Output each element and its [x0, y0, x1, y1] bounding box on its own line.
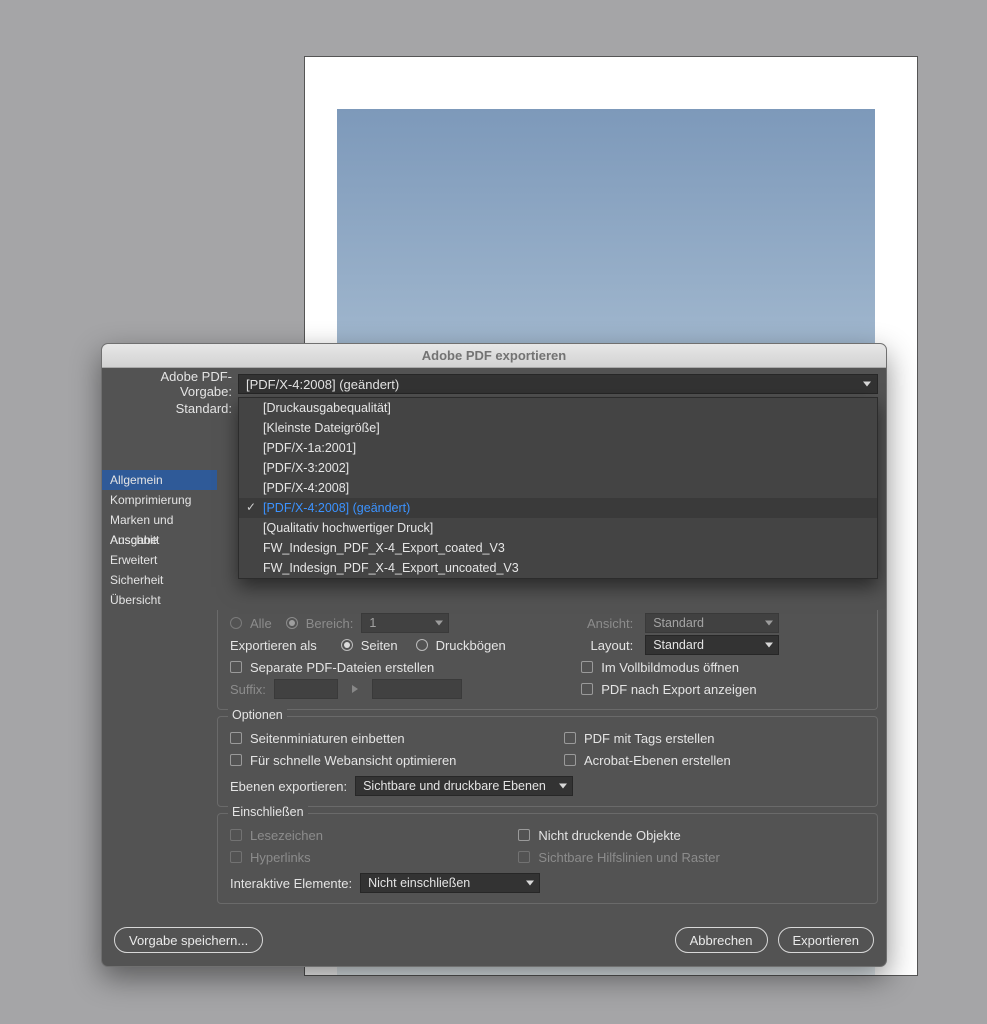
sidebar-item-übersicht[interactable]: Übersicht — [102, 590, 217, 610]
separate-pdf-label: Separate PDF-Dateien erstellen — [250, 660, 434, 675]
view-layout-select[interactable]: Standard — [645, 635, 779, 655]
chevron-down-icon — [765, 643, 773, 648]
thumbnails-checkbox[interactable] — [230, 732, 242, 744]
pdf-preset-value: [PDF/X-4:2008] (geändert) — [246, 377, 399, 392]
pages-range-label: Bereich: — [306, 616, 354, 631]
acrobat-layers-checkbox[interactable] — [564, 754, 576, 766]
guides-grids-checkbox — [518, 851, 530, 863]
triangle-right-icon — [352, 685, 358, 693]
export-layers-label: Ebenen exportieren: — [230, 779, 347, 794]
export-as-spreads-label: Druckbögen — [436, 638, 506, 653]
preset-option-label: [Qualitativ hochwertiger Druck] — [263, 521, 433, 535]
sidebar-item-sicherheit[interactable]: Sicherheit — [102, 570, 217, 590]
include-legend: Einschließen — [228, 805, 308, 819]
fast-web-label: Für schnelle Webansicht optimieren — [250, 753, 456, 768]
preset-option[interactable]: [PDF/X-4:2008] — [239, 478, 877, 498]
chevron-down-icon — [559, 784, 567, 789]
tagged-pdf-label: PDF mit Tags erstellen — [584, 731, 715, 746]
view-layout-value: Standard — [653, 638, 704, 652]
view-ansicht-value: Standard — [653, 616, 704, 630]
preset-option-label: [PDF/X-4:2008] (geändert) — [263, 501, 410, 515]
preset-option-label: FW_Indesign_PDF_X-4_Export_uncoated_V3 — [263, 561, 519, 575]
preset-option[interactable]: FW_Indesign_PDF_X-4_Export_coated_V3 — [239, 538, 877, 558]
export-button[interactable]: Exportieren — [778, 927, 874, 953]
preset-option-label: [PDF/X-1a:2001] — [263, 441, 356, 455]
pages-range-radio[interactable] — [286, 617, 298, 629]
preset-option[interactable]: [Kleinste Dateigröße] — [239, 418, 877, 438]
view-layout-label: Layout: — [581, 638, 637, 653]
preset-option[interactable]: FW_Indesign_PDF_X-4_Export_uncoated_V3 — [239, 558, 877, 578]
pdf-preset-select[interactable]: [PDF/X-4:2008] (geändert) — [238, 374, 878, 394]
pages-all-label: Alle — [250, 616, 272, 631]
check-icon: ✓ — [246, 500, 256, 514]
preset-option[interactable]: [Qualitativ hochwertiger Druck] — [239, 518, 877, 538]
separate-pdf-checkbox[interactable] — [230, 661, 242, 673]
chevron-down-icon — [526, 881, 534, 886]
view-ansicht-select[interactable]: Standard — [645, 613, 779, 633]
pages-range-value: 1 — [369, 616, 376, 630]
interactive-elements-select[interactable]: Nicht einschließen — [360, 873, 540, 893]
nonprinting-checkbox[interactable] — [518, 829, 530, 841]
include-group: Einschließen Lesezeichen Hyperlinks — [217, 813, 878, 904]
options-legend: Optionen — [228, 708, 287, 722]
preset-option[interactable]: [Druckausgabequalität] — [239, 398, 877, 418]
export-layers-value: Sichtbare und druckbare Ebenen — [363, 779, 546, 793]
view-ansicht-label: Ansicht: — [581, 616, 637, 631]
preset-label: Adobe PDF-Vorgabe: — [110, 369, 238, 399]
pdf-preset-dropdown[interactable]: [Druckausgabequalität] [Kleinste Dateigrö… — [238, 397, 878, 579]
preset-option[interactable]: [PDF/X-1a:2001] — [239, 438, 877, 458]
chevron-down-icon — [863, 382, 871, 387]
sidebar-item-erweitert[interactable]: Erweitert — [102, 550, 217, 570]
pages-range-input[interactable]: 1 — [361, 613, 449, 633]
thumbnails-label: Seitenminiaturen einbetten — [250, 731, 405, 746]
dialog-title: Adobe PDF exportieren — [102, 344, 886, 368]
preset-option[interactable]: [PDF/X-3:2002] — [239, 458, 877, 478]
bookmarks-checkbox — [230, 829, 242, 841]
chevron-down-icon — [435, 621, 443, 626]
hyperlinks-label: Hyperlinks — [250, 850, 311, 865]
export-as-label: Exportieren als — [230, 638, 317, 653]
view-after-export-checkbox[interactable] — [581, 683, 593, 695]
export-as-spreads-radio[interactable] — [416, 639, 428, 651]
fullscreen-label: Im Vollbildmodus öffnen — [601, 660, 739, 675]
view-after-export-label: PDF nach Export anzeigen — [601, 682, 756, 697]
bookmarks-label: Lesezeichen — [250, 828, 323, 843]
export-as-pages-radio[interactable] — [341, 639, 353, 651]
interactive-elements-value: Nicht einschließen — [368, 876, 470, 890]
preset-option-label: [Druckausgabequalität] — [263, 401, 391, 415]
interactive-elements-label: Interaktive Elemente: — [230, 876, 352, 891]
sidebar-item-marken-und-anschnitt[interactable]: Marken und Anschnitt — [102, 510, 217, 530]
sidebar-item-ausgabe[interactable]: Ausgabe — [102, 530, 217, 550]
export-pdf-dialog: Adobe PDF exportieren Adobe PDF-Vorgabe:… — [101, 343, 887, 967]
preset-option-label: [PDF/X-4:2008] — [263, 481, 349, 495]
guides-grids-label: Sichtbare Hilfslinien und Raster — [538, 850, 719, 865]
fast-web-checkbox[interactable] — [230, 754, 242, 766]
cancel-button[interactable]: Abbrechen — [675, 927, 768, 953]
export-as-pages-label: Seiten — [361, 638, 398, 653]
suffix-input-1[interactable] — [274, 679, 338, 699]
options-group: Optionen Seitenminiaturen einbetten Für … — [217, 716, 878, 807]
preset-option[interactable]: ✓ [PDF/X-4:2008] (geändert) — [239, 498, 877, 518]
standard-label: Standard: — [110, 401, 238, 416]
suffix-input-2[interactable] — [372, 679, 462, 699]
export-layers-select[interactable]: Sichtbare und druckbare Ebenen — [355, 776, 573, 796]
sidebar-item-allgemein[interactable]: Allgemein — [102, 470, 217, 490]
hyperlinks-checkbox — [230, 851, 242, 863]
chevron-down-icon — [765, 621, 773, 626]
sidebar-item-komprimierung[interactable]: Komprimierung — [102, 490, 217, 510]
preset-option-label: FW_Indesign_PDF_X-4_Export_coated_V3 — [263, 541, 505, 555]
acrobat-layers-label: Acrobat-Ebenen erstellen — [584, 753, 731, 768]
tagged-pdf-checkbox[interactable] — [564, 732, 576, 744]
fullscreen-checkbox[interactable] — [581, 661, 593, 673]
nonprinting-label: Nicht druckende Objekte — [538, 828, 680, 843]
dialog-footer: Vorgabe speichern... Abbrechen Exportier… — [102, 914, 886, 966]
preset-option-label: [PDF/X-3:2002] — [263, 461, 349, 475]
category-sidebar: AllgemeinKomprimierungMarken und Anschni… — [102, 420, 217, 914]
pages-all-radio[interactable] — [230, 617, 242, 629]
pages-group: Alle Bereich: 1 Exportieren als — [217, 610, 878, 710]
dialog-header: Adobe PDF-Vorgabe: [PDF/X-4:2008] (geänd… — [102, 368, 886, 420]
save-preset-button[interactable]: Vorgabe speichern... — [114, 927, 263, 953]
preset-option-label: [Kleinste Dateigröße] — [263, 421, 380, 435]
suffix-label: Suffix: — [230, 682, 266, 697]
